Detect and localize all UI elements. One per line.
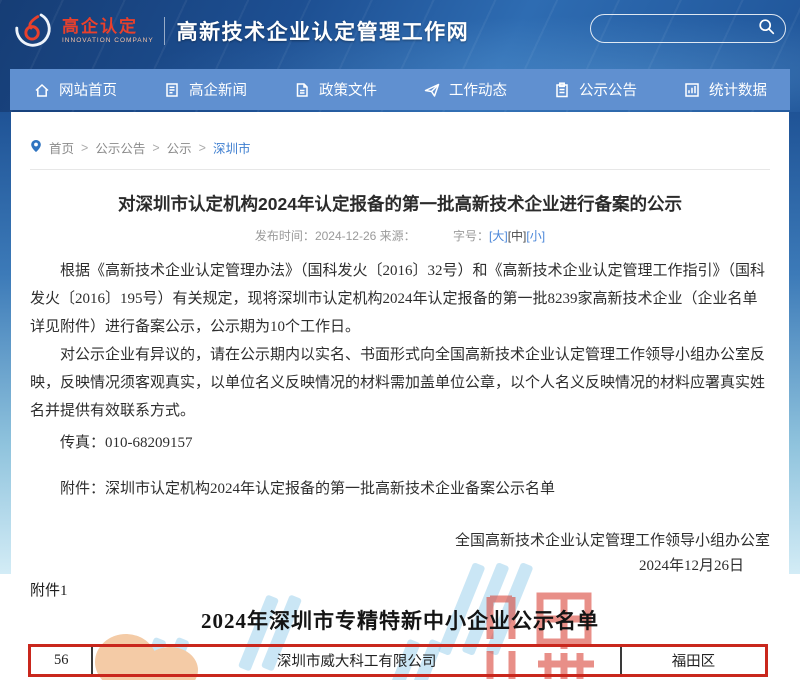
nav-label: 公示公告 — [579, 79, 637, 100]
attachment-list-title: 2024年深圳市专精特新中小企业公示名单 — [0, 605, 800, 635]
search-input[interactable] — [605, 21, 758, 36]
breadcrumb-separator: > — [199, 141, 206, 155]
attachment-label: 附件1 — [30, 579, 68, 600]
article-container: 首页 > 公示公告 > 公示 > 深圳市 对深圳市认定机构2024年认定报备的第… — [0, 138, 800, 579]
nav-item-home[interactable]: 网站首页 — [10, 69, 140, 110]
breadcrumb: 首页 > 公示公告 > 公示 > 深圳市 — [30, 138, 770, 157]
source-label: 来源： — [380, 229, 416, 243]
site-title: 高新技术企业认定管理工作网 — [177, 16, 470, 46]
attachment-reference-line: 附件：深圳市认定机构2024年认定报备的第一批高新技术企业备案公示名单 — [30, 475, 770, 503]
nav-label: 高企新闻 — [189, 79, 247, 100]
nav-label: 统计数据 — [709, 79, 767, 100]
site-logo-icon[interactable] — [12, 8, 54, 55]
highlighted-table-row: 56 深圳市威大科工有限公司 福田区 — [28, 644, 768, 677]
signature-organization: 全国高新技术企业认定管理工作领导小组办公室 — [30, 527, 770, 555]
breadcrumb-separator: > — [152, 141, 159, 155]
district-cell: 福田区 — [622, 647, 765, 674]
nav-label: 政策文件 — [319, 79, 377, 100]
breadcrumb-publicity[interactable]: 公示 — [167, 138, 192, 157]
breadcrumb-announcements[interactable]: 公示公告 — [95, 138, 145, 157]
logo-text: 高企认定 INNOVATION COMPANY — [62, 18, 154, 45]
search-icon[interactable] — [758, 18, 775, 40]
breadcrumb-home[interactable]: 首页 — [49, 138, 74, 157]
logo-subtitle: INNOVATION COMPANY — [62, 36, 154, 45]
publish-date: 2024-12-26 — [315, 229, 376, 243]
paragraph-objection: 对公示企业有异议的，请在公示期内以实名、书面形式向全国高新技术企业认定管理工作领… — [30, 341, 770, 425]
policy-doc-icon — [293, 81, 311, 99]
nav-item-statistics[interactable]: 统计数据 — [660, 69, 790, 110]
top-banner: 高企认定 INNOVATION COMPANY 高新技术企业认定管理工作网 网站… — [0, 0, 800, 112]
article-title: 对深圳市认定机构2024年认定报备的第一批高新技术企业进行备案的公示 — [30, 192, 770, 216]
page-bg-left-strip — [0, 112, 11, 574]
nav-item-announcements[interactable]: 公示公告 — [530, 69, 660, 110]
company-name-cell: 深圳市威大科工有限公司 — [93, 647, 622, 674]
nav-label: 网站首页 — [59, 79, 117, 100]
nav-item-news[interactable]: 高企新闻 — [140, 69, 270, 110]
clipboard-icon — [553, 81, 571, 99]
fontsize-large-button[interactable]: [大] — [489, 229, 508, 243]
location-pin-icon — [30, 139, 42, 156]
breadcrumb-current[interactable]: 深圳市 — [213, 138, 251, 157]
nav-item-updates[interactable]: 工作动态 — [400, 69, 530, 110]
article-body: 根据《高新技术企业认定管理办法》（国科发火〔2016〕32号）和《高新技术企业认… — [30, 257, 770, 579]
paragraph-basis: 根据《高新技术企业认定管理办法》（国科发火〔2016〕32号）和《高新技术企业认… — [30, 257, 770, 341]
fontsize-label: 字号： — [453, 229, 489, 243]
fontsize-small-button[interactable]: [小] — [526, 229, 545, 243]
row-number-cell: 56 — [31, 647, 93, 674]
home-icon — [33, 81, 51, 99]
attachment-document-image: 附件1 2024年深圳市专精特新中小企业公示名单 56 深圳市威大科工有限公司 … — [0, 579, 800, 680]
article-meta: 发布时间：2024-12-26 来源： 字号：[大][中][小] — [30, 229, 770, 244]
breadcrumb-separator: > — [81, 141, 88, 155]
bar-chart-icon — [683, 81, 701, 99]
paper-plane-icon — [423, 81, 441, 99]
header: 高企认定 INNOVATION COMPANY 高新技术企业认定管理工作网 — [0, 0, 800, 62]
fontsize-medium-button[interactable]: [中] — [508, 229, 527, 243]
publish-time-label: 发布时间： — [255, 229, 315, 243]
search-box[interactable] — [590, 14, 786, 43]
nav-label: 工作动态 — [449, 79, 507, 100]
signature-date: 2024年12月26日 — [30, 553, 770, 579]
main-nav: 网站首页 高企新闻 政策文件 工作动态 — [10, 69, 790, 110]
nav-item-policy[interactable]: 政策文件 — [270, 69, 400, 110]
news-icon — [163, 81, 181, 99]
breadcrumb-divider — [30, 169, 770, 170]
page-bg-right-strip — [789, 112, 800, 574]
fax-line: 传真：010-68209157 — [30, 429, 770, 457]
logo-title: 高企认定 — [62, 18, 154, 36]
header-divider — [164, 17, 165, 45]
